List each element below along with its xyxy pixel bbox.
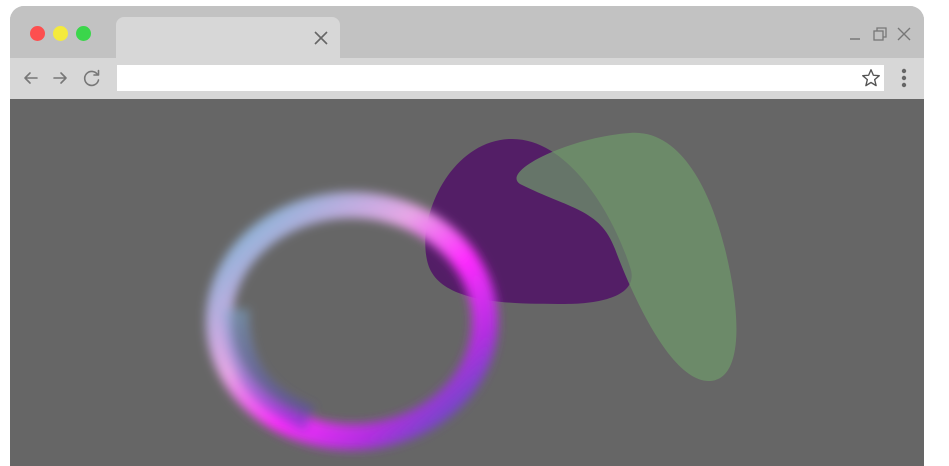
- reload-icon[interactable]: [82, 68, 102, 88]
- title-bar: [10, 6, 924, 58]
- page-content: [10, 99, 924, 466]
- restore-icon[interactable]: [872, 26, 888, 42]
- minimize-icon[interactable]: [848, 26, 864, 42]
- browser-tab[interactable]: [116, 17, 340, 58]
- abstract-artwork: [206, 132, 737, 450]
- gradient-ring: [206, 192, 498, 450]
- kebab-menu-icon[interactable]: [896, 66, 912, 90]
- close-window-dot[interactable]: [30, 26, 45, 41]
- toolbar: [10, 58, 924, 99]
- minimize-window-dot[interactable]: [53, 26, 68, 41]
- close-window-icon[interactable]: [896, 26, 912, 42]
- maximize-window-dot[interactable]: [76, 26, 91, 41]
- window-controls: [848, 24, 912, 44]
- browser-window: [10, 6, 924, 466]
- address-bar-input[interactable]: [117, 65, 884, 91]
- arrow-right-icon[interactable]: [50, 68, 70, 88]
- star-icon[interactable]: [860, 67, 882, 89]
- arrow-left-icon[interactable]: [21, 68, 41, 88]
- close-icon[interactable]: [312, 29, 330, 47]
